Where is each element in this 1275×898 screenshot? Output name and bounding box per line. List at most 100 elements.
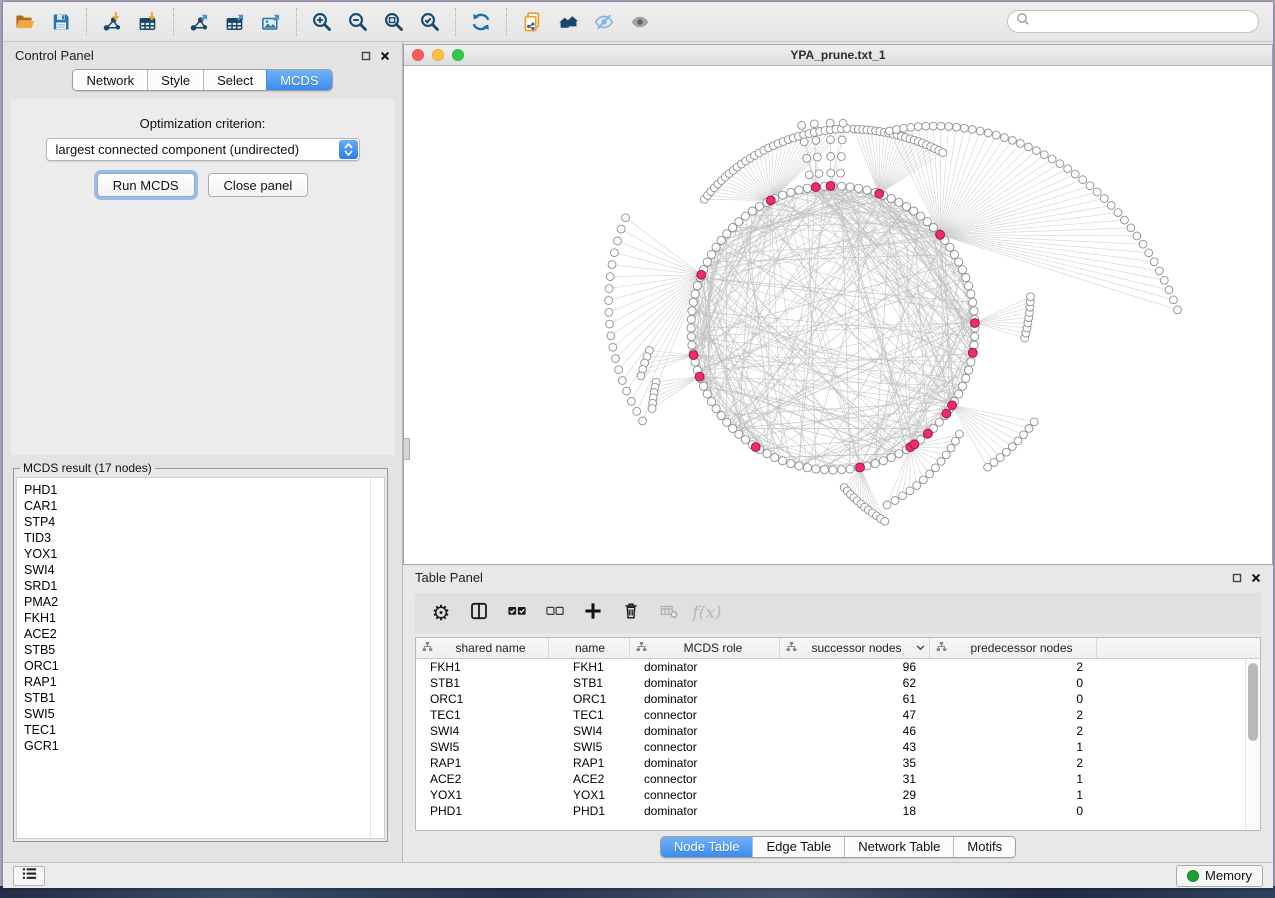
home-button[interactable] [550,6,586,38]
cell-predecessor_nodes: 1 [930,740,1097,754]
mcds-result-item[interactable]: STB5 [24,642,384,658]
criterion-selected-value: largest connected component (undirected) [56,142,300,157]
mcds-result-item[interactable]: SRD1 [24,578,384,594]
mcds-result-item[interactable]: SWI5 [24,706,384,722]
add-column-button[interactable] [579,598,607,628]
mcds-result-item[interactable]: CAR1 [24,498,384,514]
tab-node-table[interactable]: Node Table [661,837,753,857]
delete-column-button[interactable] [617,598,645,628]
cell-shared_name: ORC1 [416,692,549,706]
mcds-result-title: MCDS result (17 nodes) [20,461,155,475]
mcds-result-item[interactable]: ACE2 [24,626,384,642]
share-network-file-button[interactable] [514,6,550,38]
column-header-predecessor-nodes[interactable]: predecessor nodes [930,638,1097,658]
table-row[interactable]: SWI4SWI4dominator462 [416,723,1260,739]
search-box[interactable] [1007,10,1259,33]
select-all-rows-button[interactable] [503,598,531,628]
table-row[interactable]: STB1STB1dominator620 [416,675,1260,691]
memory-button[interactable]: Memory [1176,865,1263,887]
show-neighbors-button[interactable] [622,6,658,38]
zoom-fit-button[interactable] [376,6,412,38]
export-image-button[interactable] [253,6,289,38]
mcds-result-item[interactable]: PMA2 [24,594,384,610]
tab-select[interactable]: Select [203,70,266,90]
mcds-result-item[interactable]: PHD1 [24,482,384,498]
control-panel-tabs: NetworkStyleSelectMCDS [72,69,332,91]
memory-status-icon [1187,870,1199,882]
select-all-rows-icon [507,601,527,626]
task-list-icon [21,865,38,887]
import-network-button[interactable] [94,6,130,38]
export-network-button[interactable] [181,6,217,38]
close-panel-icon[interactable] [380,51,390,61]
save-button[interactable] [43,6,79,38]
float-panel-icon[interactable] [361,51,371,61]
tab-edge-table[interactable]: Edge Table [752,837,844,857]
toggle-columns-button[interactable] [465,598,493,628]
mcds-result-item[interactable]: SWI4 [24,562,384,578]
table-row[interactable]: ACE2ACE2connector311 [416,771,1260,787]
column-header-name[interactable]: name [549,638,630,658]
run-mcds-button[interactable]: Run MCDS [97,173,195,197]
mcds-result-item[interactable]: FKH1 [24,610,384,626]
zoom-out-button[interactable] [340,6,376,38]
show-neighbors-icon [629,11,651,33]
mcds-result-item[interactable]: STB1 [24,690,384,706]
mcds-result-item[interactable]: RAP1 [24,674,384,690]
table-scrollbar-thumb[interactable] [1248,663,1258,741]
table-row[interactable]: ORC1ORC1dominator610 [416,691,1260,707]
mcds-result-item[interactable]: GCR1 [24,738,384,754]
network-canvas[interactable] [404,66,1272,564]
table-settings-button[interactable]: ⚙ [427,598,455,628]
cell-shared_name: SWI5 [416,740,549,754]
refresh-button[interactable] [463,6,499,38]
tab-mcds[interactable]: MCDS [266,70,331,90]
cell-shared_name: STB1 [416,676,549,690]
tab-motifs[interactable]: Motifs [953,837,1015,857]
hide-neighbors-icon [593,11,615,33]
hide-neighbors-button[interactable] [586,6,622,38]
deselect-all-rows-button[interactable] [541,598,569,628]
close-table-panel-icon[interactable] [1251,573,1261,583]
zoom-fit-icon [383,11,405,33]
mcds-result-list[interactable]: PHD1CAR1STP4TID3YOX1SWI4SRD1PMA2FKH1ACE2… [16,477,385,839]
cell-successor_nodes: 46 [780,724,930,738]
column-header-shared-name[interactable]: shared name [416,638,549,658]
cell-mcds_role: connector [630,740,780,754]
table-row[interactable]: PHD1PHD1dominator180 [416,803,1260,819]
zoom-selected-button[interactable] [412,6,448,38]
table-row[interactable]: SWI5SWI5connector431 [416,739,1260,755]
splitter-handle[interactable] [403,438,410,460]
mcds-result-item[interactable]: TEC1 [24,722,384,738]
cell-shared_name: SWI4 [416,724,549,738]
mcds-result-item[interactable]: YOX1 [24,546,384,562]
table-row[interactable]: FKH1FKH1dominator962 [416,659,1260,675]
column-header-successor-nodes[interactable]: successor nodes [780,638,930,658]
table-row[interactable]: YOX1YOX1connector291 [416,787,1260,803]
tab-network-table[interactable]: Network Table [844,837,953,857]
network-window-titlebar[interactable]: YPA_prune.txt_1 [404,45,1272,66]
mcds-result-item[interactable]: TID3 [24,530,384,546]
search-input[interactable] [1035,13,1258,31]
table-scrollbar[interactable] [1245,659,1260,830]
float-table-panel-icon[interactable] [1232,573,1242,583]
network-window-title: YPA_prune.txt_1 [404,48,1272,62]
close-panel-button[interactable]: Close panel [208,173,309,197]
toolbar-separator [506,8,507,36]
mcds-result-item[interactable]: STP4 [24,514,384,530]
task-history-button[interactable] [13,866,45,886]
mcds-result-item[interactable]: ORC1 [24,658,384,674]
tab-style[interactable]: Style [147,70,203,90]
table-row[interactable]: TEC1TEC1connector472 [416,707,1260,723]
open-button[interactable] [7,6,43,38]
tab-network[interactable]: Network [73,70,147,90]
criterion-select[interactable]: largest connected component (undirected) [46,138,360,161]
table-row[interactable]: RAP1RAP1dominator352 [416,755,1260,771]
column-header-MCDS-role[interactable]: MCDS role [630,638,780,658]
import-table-button[interactable] [130,6,166,38]
delete-table-button [655,598,683,628]
network-nodes[interactable] [605,119,1182,525]
export-table-button[interactable] [217,6,253,38]
cell-mcds_role: dominator [630,660,780,674]
zoom-in-button[interactable] [304,6,340,38]
